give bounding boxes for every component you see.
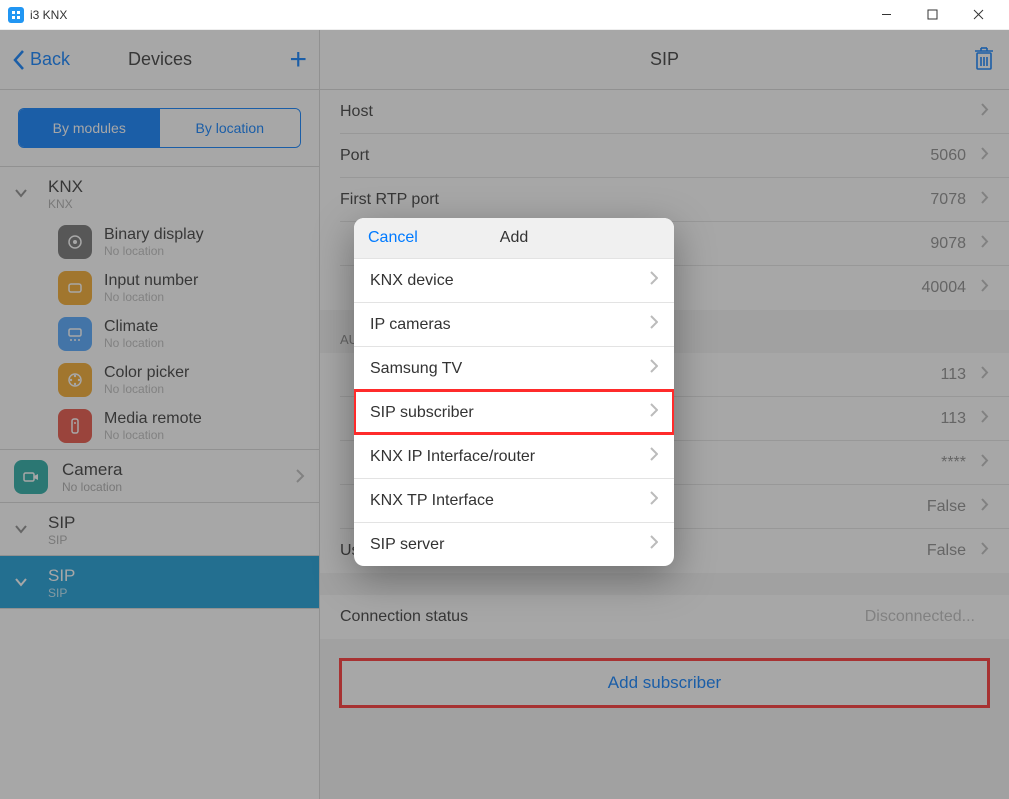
- chevron-right-icon: [650, 359, 658, 378]
- window-title: i3 KNX: [30, 8, 67, 22]
- popup-item-sip-server[interactable]: SIP server: [354, 522, 674, 566]
- popup-item-samsung-tv[interactable]: Samsung TV: [354, 346, 674, 390]
- app-icon: [8, 7, 24, 23]
- chevron-right-icon: [650, 315, 658, 334]
- popup-item-knx-ip-interface[interactable]: KNX IP Interface/router: [354, 434, 674, 478]
- popup-item-sip-subscriber[interactable]: SIP subscriber: [354, 390, 674, 434]
- window-titlebar: i3 KNX: [0, 0, 1009, 30]
- popup-item-knx-tp-interface[interactable]: KNX TP Interface: [354, 478, 674, 522]
- add-popup: Cancel Add KNX device IP cameras Samsung…: [354, 218, 674, 566]
- chevron-right-icon: [650, 271, 658, 290]
- close-button[interactable]: [955, 0, 1001, 30]
- popup-item-knx-device[interactable]: KNX device: [354, 258, 674, 302]
- minimize-button[interactable]: [863, 0, 909, 30]
- chevron-right-icon: [650, 491, 658, 510]
- chevron-right-icon: [650, 403, 658, 422]
- popup-cancel[interactable]: Cancel: [368, 229, 418, 247]
- popup-item-ip-cameras[interactable]: IP cameras: [354, 302, 674, 346]
- maximize-button[interactable]: [909, 0, 955, 30]
- chevron-right-icon: [650, 447, 658, 466]
- chevron-right-icon: [650, 535, 658, 554]
- popup-title: Add: [500, 229, 528, 247]
